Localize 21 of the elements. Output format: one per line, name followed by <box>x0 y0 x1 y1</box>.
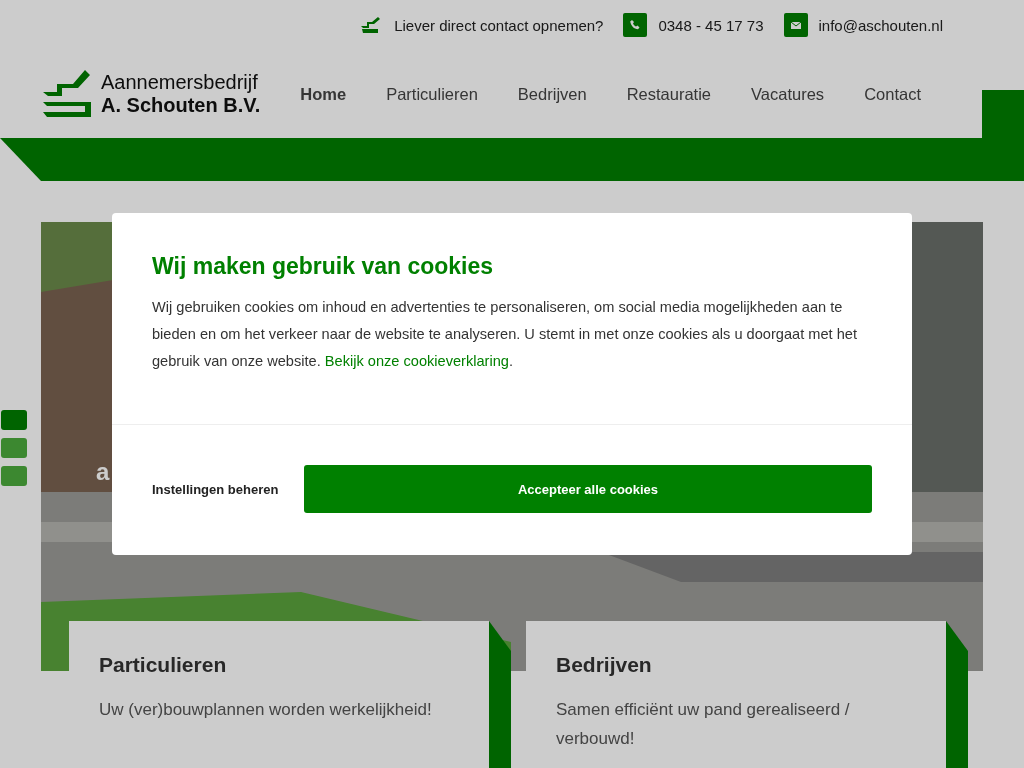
card-text: Samen efficiënt uw pand gerealiseerd / verbouwd! <box>556 699 851 750</box>
phone-number[interactable]: 0348 - 45 17 73 <box>658 16 764 34</box>
dialog-text: Wij gebruiken cookies om inhoud en advertenties te personaliseren, om social media mogelijkheden aan te bieden en om het verkeer naar de website te analyseren. U stemt in met onze cookies als u doorgaat met het gebruik van onze website. Bekijk onze cookieverklaring. <box>152 298 858 371</box>
card-title: Bedrijven <box>556 653 653 677</box>
nav-link[interactable]: Home <box>280 84 367 104</box>
dialog-title: Wij maken gebruik van cookies <box>152 253 495 280</box>
card-title: Particulieren <box>99 653 228 677</box>
nav-link[interactable]: Particulieren <box>366 84 498 104</box>
nav-link[interactable]: Restauratie <box>606 84 732 104</box>
email-address[interactable]: info@aschouten.nl <box>818 16 943 34</box>
nav-link[interactable]: Bedrijven <box>497 84 607 104</box>
nav-link[interactable]: Vacatures <box>731 84 845 104</box>
accept-button[interactable]: Accepteer alle cookies <box>304 465 872 513</box>
cookie-policy-link[interactable]: Bekijk onze cookieverklaring <box>324 353 509 369</box>
contact-prompt: Liever direct contact opnemen? <box>394 16 604 34</box>
nav-link[interactable]: Contact <box>844 84 941 104</box>
card-text: Uw (ver)bouwplannen worden werkelijkheid! <box>99 699 433 721</box>
logo-title: A. Schouten B.V. <box>101 94 261 117</box>
hero-subtitle: a <box>96 458 110 486</box>
logo-subtitle: Aannemersbedrijf <box>101 71 259 94</box>
settings-button[interactable]: Instellingen beheren <box>152 481 280 497</box>
